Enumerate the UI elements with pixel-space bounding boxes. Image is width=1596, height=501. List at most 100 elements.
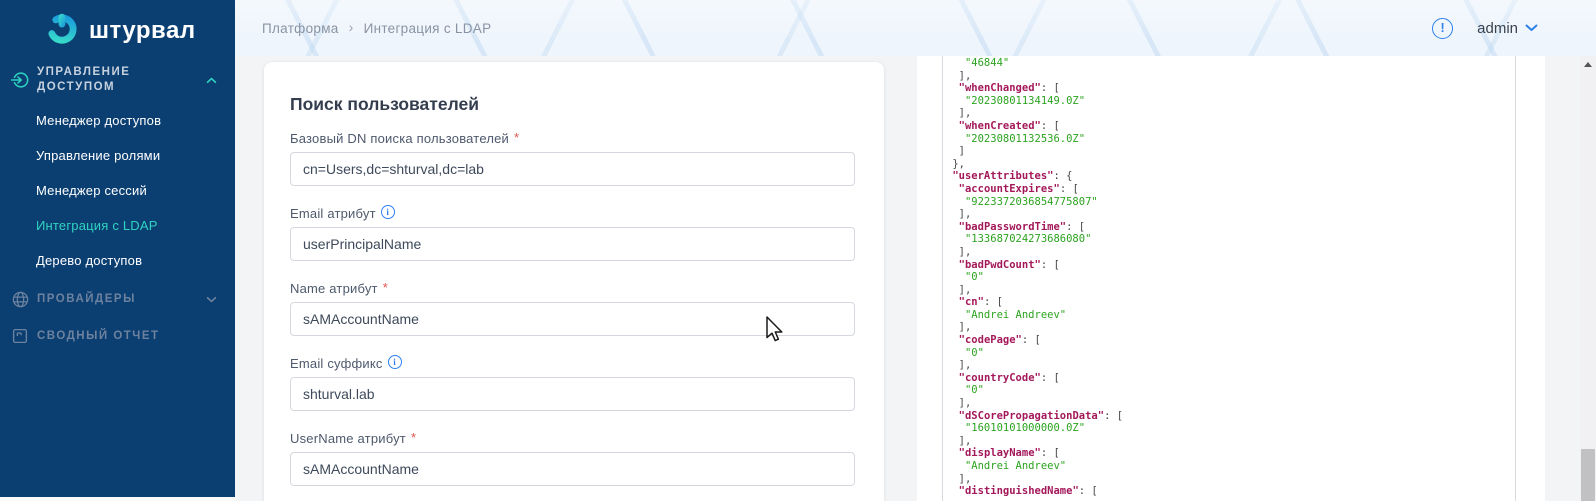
code-line: "0" [946,384,1515,397]
field-email-attribute: Email атрибут i [290,206,858,261]
code-line: ], [946,397,1515,410]
field-label-text: Базовый DN поиска пользователей [290,131,509,147]
chevron-down-icon [1525,19,1538,37]
field-label: Name атрибут * [290,281,858,297]
scrollbar-up-button[interactable] [1580,56,1596,73]
field-label-text: Email суффикс [290,356,383,372]
code-line: ], [946,321,1515,334]
code-line: ], [946,107,1515,120]
scroll-up-arrow-icon [1584,62,1592,67]
sidebar-section-providers[interactable]: ПРОВАЙДЕРЫ [0,287,235,311]
code-line: "displayName": [ [946,447,1515,460]
user-search-card: Поиск пользователей Базовый DN поиска по… [264,62,884,501]
sidebar-item-access-tree[interactable]: Дерево доступов [0,252,235,269]
email-suffix-input[interactable] [290,377,855,411]
code-line: "badPasswordTime": [ [946,221,1515,234]
code-line: ], [946,246,1515,259]
logo-text: штурвал [89,17,196,45]
code-line: "Andrei Andreev" [946,309,1515,322]
chevron-down-icon [206,296,217,303]
field-label: UserName атрибут * [290,431,858,447]
code-line: "Andrei Andreev" [946,460,1515,473]
required-marker: * [383,280,388,296]
code-line: "badPwdCount": [ [946,259,1515,272]
form-fields: Базовый DN поиска пользователей * Email ат… [290,131,858,486]
sidebar-item-ldap-integration[interactable]: Интеграция с LDAP [0,217,235,234]
section-label-line: ДОСТУПОМ [37,80,130,95]
code-line: "133687024273686080" [946,233,1515,246]
sidebar-section-label: СВОДНЫЙ ОТЧЕТ [37,329,160,344]
sidebar-section-summary-report[interactable]: СВОДНЫЙ ОТЧЕТ [0,324,235,348]
breadcrumb-item-platform[interactable]: Платформа [262,21,339,36]
code-line: ], [946,70,1515,83]
info-icon[interactable]: i [381,205,395,219]
code-line: ], [946,208,1515,221]
vertical-scrollbar[interactable] [1580,56,1596,501]
field-label-text: UserName атрибут [290,431,406,447]
sidebar-section-label: ПРОВАЙДЕРЫ [37,292,136,307]
code-line: ], [946,359,1515,372]
sidebar-item-session-manager[interactable]: Менеджер сессий [0,182,235,199]
user-name: admin [1477,20,1518,37]
code-line: "9223372036854775807" [946,196,1515,209]
field-username-attribute: UserName атрибут * [290,431,858,486]
sidebar-item-access-manager[interactable]: Менеджер доступов [0,112,235,129]
info-icon[interactable]: i [388,355,402,369]
alert-icon[interactable]: ! [1432,18,1453,39]
globe-icon [10,289,30,309]
report-icon [10,326,30,346]
required-marker: * [514,130,519,146]
section-label-line: СВОДНЫЙ ОТЧЕТ [37,329,160,344]
email-attribute-input[interactable] [290,227,855,261]
card-title: Поиск пользователей [290,94,858,115]
app-root: штурвал УПРАВЛЕНИЕДОСТУПОМ Менеджер досту… [0,0,1596,501]
json-code[interactable]: "46844" ], "whenChanged": [ "20230801134… [942,56,1516,501]
code-line: ], [946,435,1515,448]
code-line: "16010101000000.0Z" [946,422,1515,435]
base-dn-input[interactable] [290,152,855,186]
name-attribute-input[interactable] [290,302,855,336]
scrollbar-thumb[interactable] [1581,449,1595,501]
field-label-text: Email атрибут [290,206,376,222]
code-line: "0" [946,347,1515,360]
ldap-preview-panel: "46844" ], "whenChanged": [ "20230801134… [917,56,1545,501]
required-marker: * [411,430,416,446]
chevron-up-icon [206,77,217,84]
sidebar-item-role-management[interactable]: Управление ролями [0,147,235,164]
code-line: ] [946,145,1515,158]
code-line: "userAttributes": { [946,170,1515,183]
sidebar-section-access-management[interactable]: УПРАВЛЕНИЕДОСТУПОМ [0,64,235,96]
code-line: ], [946,473,1515,486]
field-label-text: Name атрибут [290,281,378,297]
sidebar-bottom-edge [0,497,235,501]
user-menu[interactable]: admin [1477,19,1538,37]
sidebar-nav: УПРАВЛЕНИЕДОСТУПОМ Менеджер доступов Управ… [0,64,235,361]
field-name-attribute: Name атрибут * [290,281,858,336]
breadcrumb-item-ldap: Интеграция с LDAP [364,21,492,36]
code-line: "46844" [946,57,1515,70]
code-line: "20230801132536.0Z" [946,133,1515,146]
code-line: "whenChanged": [ [946,82,1515,95]
field-email-suffix: Email суффикс i [290,356,858,411]
username-attribute-input[interactable] [290,452,855,486]
code-line: "countryCode": [ [946,372,1515,385]
breadcrumb-separator-icon: › [349,19,354,35]
code-line: }, [946,158,1515,171]
code-line: "whenCreated": [ [946,120,1515,133]
section-label-line: ПРОВАЙДЕРЫ [37,292,136,307]
field-label: Email суффикс i [290,356,858,372]
field-base-dn: Базовый DN поиска пользователей * [290,131,858,186]
code-line: "0" [946,271,1515,284]
code-line: "codePage": [ [946,334,1515,347]
field-label: Базовый DN поиска пользователей * [290,131,858,147]
breadcrumb: Платформа › Интеграция с LDAP [262,0,491,56]
logo[interactable]: штурвал [44,10,196,51]
field-label: Email атрибут i [290,206,858,222]
top-bar: Платформа › Интеграция с LDAP ! admin [235,0,1596,56]
sidebar: штурвал УПРАВЛЕНИЕДОСТУПОМ Менеджер досту… [0,0,235,497]
code-line: "cn": [ [946,296,1515,309]
code-line: "dSCorePropagationData": [ [946,410,1515,423]
section-label-line: УПРАВЛЕНИЕ [37,65,130,80]
code-line: "distinguishedName": [ [946,485,1515,498]
shturval-logo-icon [44,10,80,51]
